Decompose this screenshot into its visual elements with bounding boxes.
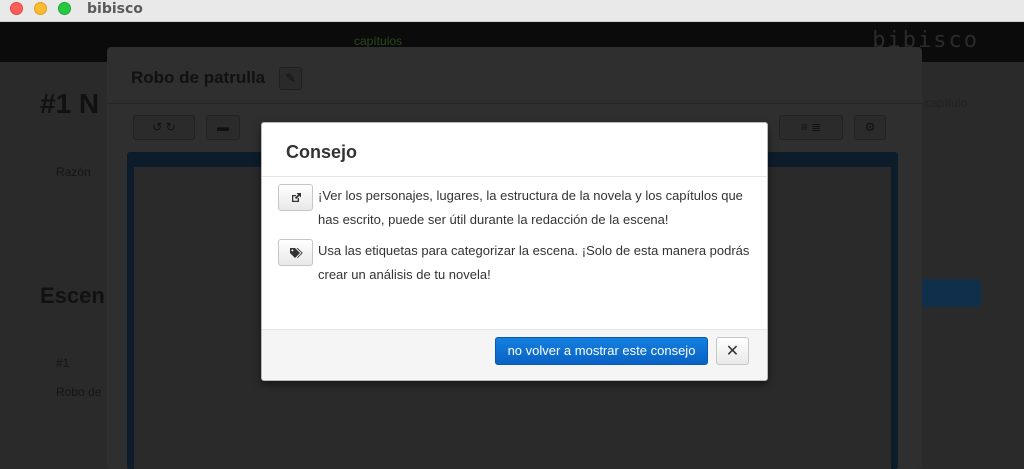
print-icon[interactable]: ▬: [206, 115, 240, 140]
close-icon[interactable]: ✕: [716, 337, 749, 365]
window-title: bibisco: [87, 1, 143, 17]
add-scene-button[interactable]: [913, 279, 981, 307]
chapter-heading: #1 N: [40, 88, 100, 119]
align-group[interactable]: ≡ ≣: [779, 115, 843, 140]
reason-label: Razón: [56, 165, 91, 179]
tip-text: Usa las etiquetas para categorizar la es…: [318, 243, 750, 282]
chapter-tab[interactable]: capítulo: [925, 96, 967, 110]
modal-footer: no volver a mostrar este consejo ✕: [262, 329, 767, 380]
minimize-window-button[interactable]: [34, 2, 47, 15]
dont-show-again-button[interactable]: no volver a mostrar este consejo: [495, 337, 708, 365]
redo-icon[interactable]: ↻: [166, 120, 176, 134]
scene-header-divider: [107, 103, 922, 104]
align-right-icon[interactable]: ≡: [801, 120, 808, 134]
modal-title: Consejo: [286, 142, 358, 162]
tip-item: Usa las etiquetas para categorizar la es…: [278, 239, 758, 287]
tip-item: ¡Ver los personajes, lugares, la estruct…: [278, 184, 758, 232]
scene-list-item[interactable]: Robo de: [56, 385, 101, 399]
undo-icon[interactable]: ↺: [152, 120, 162, 134]
tip-text: ¡Ver los personajes, lugares, la estruct…: [318, 188, 743, 227]
pencil-icon[interactable]: ✎: [279, 67, 302, 90]
settings-icon[interactable]: ⚙: [854, 115, 886, 140]
nav-item-chapters[interactable]: capítulos: [354, 34, 402, 48]
undo-redo-group[interactable]: ↺ ↻: [133, 115, 195, 140]
window-titlebar: bibisco: [0, 0, 1024, 22]
tip-modal: Consejo ¡Ver los personajes, lugares, la…: [261, 122, 768, 381]
external-link-icon[interactable]: [278, 184, 313, 211]
zoom-window-button[interactable]: [58, 2, 71, 15]
tags-icon[interactable]: [278, 239, 313, 266]
close-window-button[interactable]: [10, 2, 23, 15]
scene-number: #1: [56, 356, 70, 370]
scenes-heading: Escen: [40, 283, 105, 308]
justify-icon[interactable]: ≣: [811, 120, 821, 134]
scene-title: Robo de patrulla: [131, 68, 266, 87]
modal-header: Consejo: [262, 123, 767, 177]
